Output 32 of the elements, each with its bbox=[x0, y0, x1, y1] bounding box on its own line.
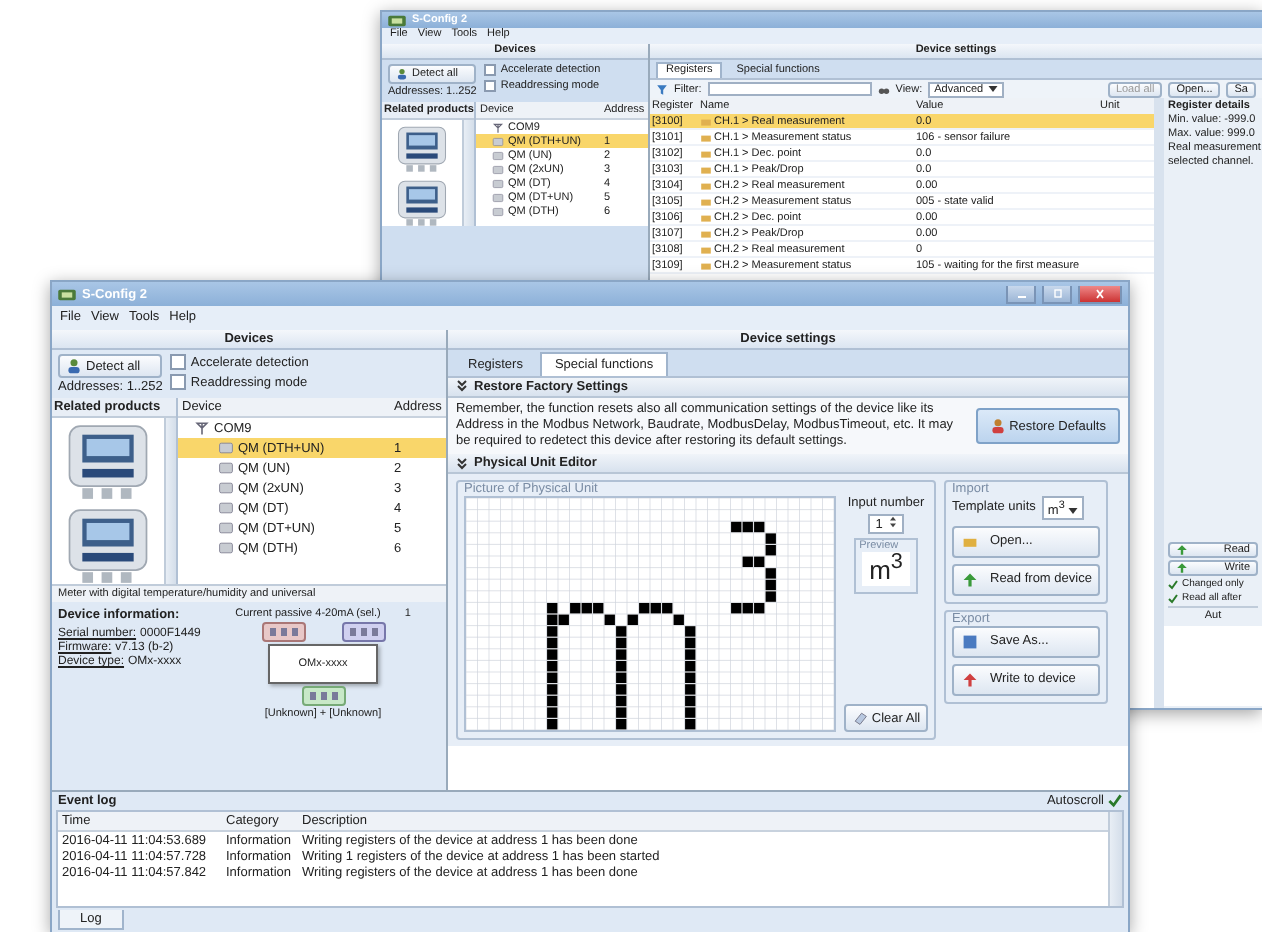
close-button[interactable] bbox=[1078, 285, 1122, 303]
scrollbar[interactable] bbox=[164, 418, 176, 584]
download-icon bbox=[962, 571, 978, 588]
maximize-button[interactable] bbox=[1042, 285, 1072, 303]
connector-icon bbox=[261, 622, 305, 642]
scrollbar[interactable] bbox=[462, 120, 474, 226]
person-icon bbox=[66, 358, 82, 374]
event-log-area bbox=[1164, 626, 1262, 706]
check-icon bbox=[1108, 794, 1122, 808]
app-icon bbox=[58, 287, 76, 301]
unit-preview: m$^{3}$ bbox=[861, 552, 911, 586]
connector-icon bbox=[301, 686, 345, 706]
spinner-arrows-icon bbox=[890, 516, 897, 529]
close-icon bbox=[1090, 287, 1110, 299]
upload-icon bbox=[962, 671, 978, 688]
pixel-editor-canvas[interactable] bbox=[464, 496, 836, 733]
caret-icon bbox=[1068, 507, 1079, 514]
app-icon bbox=[388, 13, 406, 27]
binoculars-icon bbox=[877, 83, 890, 95]
antenna-icon bbox=[492, 121, 504, 133]
person-icon bbox=[989, 418, 1006, 435]
chevron-icon bbox=[456, 457, 468, 470]
scrollbar[interactable] bbox=[1108, 812, 1122, 906]
scrollbar[interactable] bbox=[1154, 98, 1164, 708]
connector-icon bbox=[341, 622, 385, 642]
folder-icon bbox=[962, 533, 978, 550]
minimize-button[interactable] bbox=[1006, 285, 1036, 303]
caret-icon bbox=[987, 85, 998, 91]
filter-field[interactable] bbox=[707, 82, 872, 96]
antenna-icon bbox=[194, 420, 210, 436]
chevron-icon bbox=[456, 380, 468, 393]
person-icon bbox=[396, 68, 408, 80]
